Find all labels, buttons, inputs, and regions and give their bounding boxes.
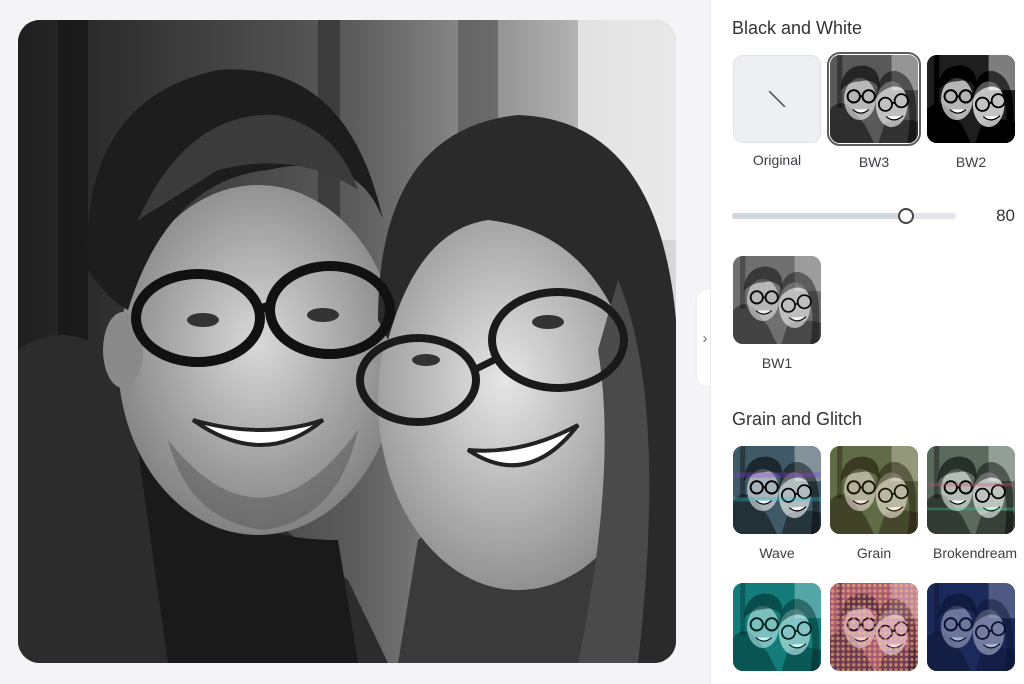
filter-thumb-bw3[interactable] [827, 52, 921, 146]
filter-thumb-wave[interactable] [733, 446, 821, 534]
slash-icon [768, 90, 786, 108]
image-canvas [0, 0, 698, 684]
filter-label-brokendream: Brokendream [933, 545, 1018, 561]
filter-thumb-brokendream[interactable] [927, 446, 1015, 534]
filter-label-bw2: BW2 [955, 154, 987, 170]
filter-label-original: Original [752, 152, 802, 168]
filter-preview-image [733, 256, 821, 344]
filter-thumb-original[interactable] [733, 55, 821, 143]
filter-thumb-grain[interactable] [830, 446, 918, 534]
filter-label-wave: Wave [759, 545, 795, 561]
section-title-grain-and-glitch: Grain and Glitch [732, 409, 863, 429]
filter-preview-image [830, 583, 918, 671]
intensity-slider-knob[interactable] [898, 208, 914, 224]
preview-photo[interactable] [18, 20, 676, 663]
filter-preview-image [927, 55, 1015, 143]
filter-panel: Black and White Original BW3 BW2 80 BW1 … [710, 0, 1024, 684]
intensity-slider-fill [732, 213, 906, 219]
preview-photo-image [18, 20, 676, 663]
filter-label-bw1: BW1 [761, 355, 793, 371]
filter-label-bw3: BW3 [858, 154, 890, 170]
intensity-value: 80 [996, 206, 1015, 225]
intensity-slider[interactable] [732, 208, 956, 224]
filter-preview-image [733, 583, 821, 671]
filter-preview-image [927, 583, 1015, 671]
filter-preview-image [830, 55, 918, 143]
filter-preview-image [733, 446, 821, 534]
chevron-right-icon: › [702, 329, 708, 347]
filter-thumb-bw1[interactable] [733, 256, 821, 344]
filter-thumb-bw2[interactable] [927, 55, 1015, 143]
filter-thumb-teal[interactable] [733, 583, 821, 671]
section-title-black-and-white: Black and White [732, 18, 863, 38]
filter-thumb-halftone[interactable] [830, 583, 918, 671]
filter-label-grain: Grain [856, 545, 892, 561]
filter-thumb-dark-blue[interactable] [927, 583, 1015, 671]
filter-preview-image [927, 446, 1015, 534]
filter-preview-image [830, 446, 918, 534]
